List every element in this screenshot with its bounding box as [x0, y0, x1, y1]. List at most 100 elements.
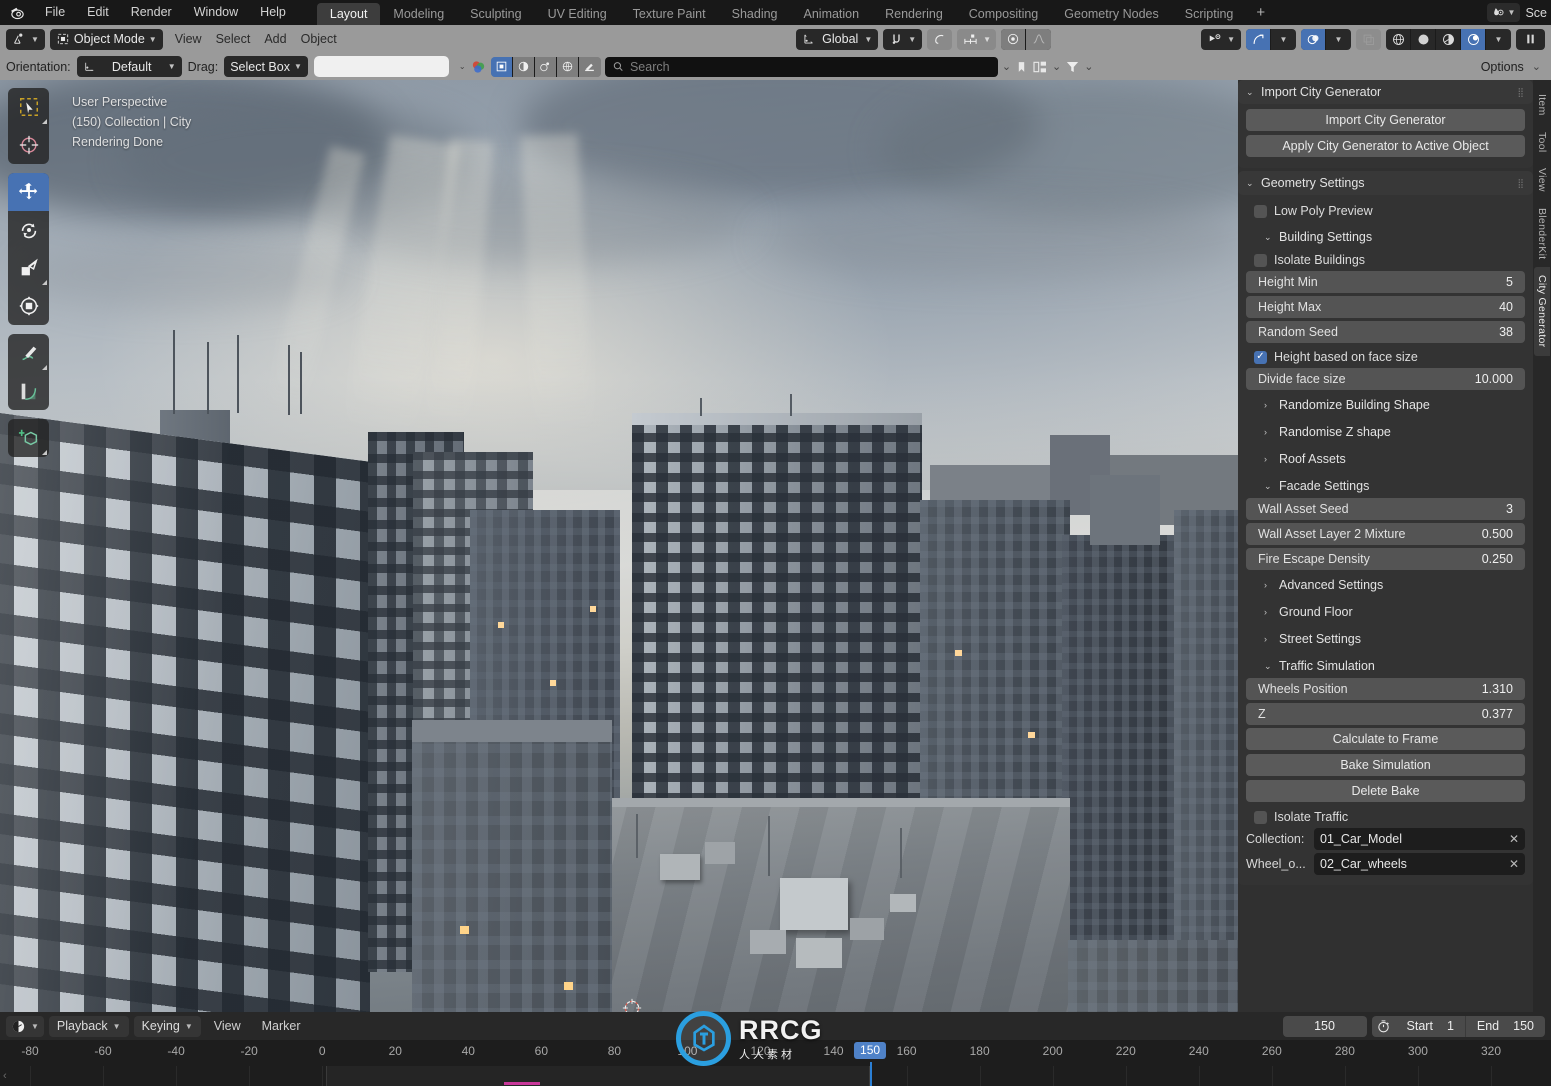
checkbox-isolate-buildings[interactable]	[1254, 254, 1267, 267]
scene-selector[interactable]: ▼	[1487, 3, 1521, 22]
workspace-tab-scripting[interactable]: Scripting	[1172, 3, 1247, 25]
panel-header-geometry-settings[interactable]: ⌄Geometry Settings⣿	[1238, 171, 1533, 195]
rendered-shading-button[interactable]	[1461, 29, 1486, 50]
falloff-type-dropdown[interactable]	[1026, 29, 1051, 50]
workspace-tab-compositing[interactable]: Compositing	[956, 3, 1051, 25]
panel-header-import-city-generator[interactable]: ⌄Import City Generator⣿	[1238, 80, 1533, 104]
restrict-render-button[interactable]	[513, 57, 535, 77]
playhead-frame-badge[interactable]: 150	[854, 1042, 886, 1059]
chevron-down-icon-5[interactable]: ⌄	[1532, 60, 1541, 73]
app-menu-file[interactable]: File	[34, 0, 76, 25]
toolbar-button-transform-tool[interactable]	[8, 287, 49, 325]
workspace-tab-geometry-nodes[interactable]: Geometry Nodes	[1051, 3, 1171, 25]
options-label[interactable]: Options	[1481, 60, 1528, 74]
chevron-down-icon-3[interactable]: ⌄	[1052, 60, 1061, 73]
checkbox-low-poly-preview[interactable]	[1254, 205, 1267, 218]
value-field-wall-asset-layer-2-mixture[interactable]: Wall Asset Layer 2 Mixture0.500	[1246, 523, 1525, 545]
value-field-divide-face-size[interactable]: Divide face size10.000	[1246, 368, 1525, 390]
timeline-menu-view[interactable]: View	[206, 1019, 249, 1033]
viewport-menu-add[interactable]: Add	[257, 29, 293, 50]
new-collection-icon[interactable]	[1032, 59, 1048, 75]
gizmo-toggle[interactable]	[1246, 29, 1271, 50]
toolbar-button-measure-tool[interactable]	[8, 372, 49, 410]
panel-drag-handle-icon[interactable]: ⣿	[1517, 180, 1525, 186]
outliner-display-mode-icon[interactable]	[470, 59, 487, 75]
restrict-indirect-button[interactable]	[557, 57, 579, 77]
mode-selector[interactable]: Object Mode ▼	[50, 29, 163, 50]
timeline-menu-marker[interactable]: Marker	[254, 1019, 309, 1033]
clear-field-icon[interactable]: ✕	[1509, 857, 1519, 871]
transform-orientation-selector[interactable]: Global ▼	[796, 29, 878, 50]
overlays-toggle[interactable]	[1301, 29, 1326, 50]
restrict-select-button[interactable]	[491, 57, 513, 77]
value-field-height-max[interactable]: Height Max40	[1246, 296, 1525, 318]
restrict-holdout-button[interactable]	[535, 57, 557, 77]
snap-targets-toggle[interactable]: ▼	[957, 29, 996, 50]
current-frame-field[interactable]: 150	[1283, 1016, 1367, 1037]
chevron-down-icon[interactable]: ⌄	[459, 62, 466, 71]
workspace-tab--[interactable]: +	[1246, 3, 1275, 25]
editor-type-selector[interactable]: ▼	[6, 29, 45, 50]
properties-tab-tool[interactable]: Tool	[1534, 124, 1550, 160]
viewport-menu-view[interactable]: View	[168, 29, 209, 50]
workspace-tab-uv-editing[interactable]: UV Editing	[535, 3, 620, 25]
proportional-edit-toggle[interactable]	[927, 29, 952, 50]
blender-logo-icon[interactable]	[0, 0, 34, 25]
overlays-dropdown[interactable]: ▼	[1326, 29, 1351, 50]
object-visibility-dropdown[interactable]: ▼	[1201, 29, 1241, 50]
panel-header-roof-assets[interactable]: ›Roof Assets	[1246, 447, 1525, 471]
search-input[interactable]	[630, 60, 991, 74]
drag-dropdown[interactable]: Select Box ▼	[224, 56, 308, 77]
checkbox-height-based-on-face-size[interactable]	[1254, 351, 1267, 364]
workspace-tab-texture-paint[interactable]: Texture Paint	[620, 3, 719, 25]
toolbar-button-scale-tool[interactable]	[8, 249, 49, 287]
pause-render-button[interactable]	[1516, 29, 1545, 50]
panel-header-randomize-building-shape[interactable]: ›Randomize Building Shape	[1246, 393, 1525, 417]
panel-drag-handle-icon[interactable]: ⣿	[1517, 89, 1525, 95]
chevron-down-icon-2[interactable]: ⌄	[1002, 60, 1011, 73]
xray-toggle[interactable]	[1356, 29, 1381, 50]
start-frame-field[interactable]: Start 1	[1396, 1016, 1466, 1037]
app-menu-render[interactable]: Render	[120, 0, 183, 25]
timeline-ruler[interactable]: ‹ -80-60-40-2002040608010012014016018020…	[0, 1040, 1551, 1086]
3d-viewport[interactable]: User Perspective (150) Collection | City…	[0, 80, 1238, 1012]
properties-tab-item[interactable]: Item	[1534, 86, 1550, 124]
app-menu-window[interactable]: Window	[183, 0, 249, 25]
workspace-tab-modeling[interactable]: Modeling	[380, 3, 457, 25]
timeline-editor-type-selector[interactable]: ▼	[6, 1016, 44, 1037]
playhead-line[interactable]	[870, 1062, 872, 1086]
workspace-tab-sculpting[interactable]: Sculpting	[457, 3, 534, 25]
app-menu-edit[interactable]: Edit	[76, 0, 120, 25]
chevron-down-icon-4[interactable]: ⌄	[1084, 60, 1093, 73]
filter-funnel-icon[interactable]	[1065, 59, 1080, 75]
workspace-tab-layout[interactable]: Layout	[317, 3, 381, 25]
search-input-wrapper[interactable]	[605, 57, 998, 77]
checkbox-row-low-poly-preview[interactable]: Low Poly Preview	[1246, 200, 1525, 222]
toolbar-button-cursor-3d[interactable]	[8, 126, 49, 164]
viewport-menu-select[interactable]: Select	[209, 29, 258, 50]
end-frame-field[interactable]: End 150	[1466, 1016, 1545, 1037]
checkbox-row-isolate-traffic[interactable]: Isolate Traffic	[1246, 806, 1525, 828]
restrict-brush-button[interactable]	[579, 57, 601, 77]
city-generator-properties-panel[interactable]: ⌄Import City Generator⣿ Import City Gener…	[1238, 80, 1533, 1012]
value-field-fire-escape-density[interactable]: Fire Escape Density0.250	[1246, 548, 1525, 570]
button-apply-city-generator-to-active-object[interactable]: Apply City Generator to Active Object	[1246, 135, 1525, 157]
wireframe-shading-button[interactable]	[1386, 29, 1411, 50]
toolbar-button-tweak-select-box[interactable]	[8, 88, 49, 126]
checkbox-row-isolate-buildings[interactable]: Isolate Buildings	[1246, 249, 1525, 271]
material-preview-shading-button[interactable]	[1436, 29, 1461, 50]
button-import-city-generator[interactable]: Import City Generator	[1246, 109, 1525, 131]
toolbar-button-annotate-tool[interactable]	[8, 334, 49, 372]
workspace-tab-rendering[interactable]: Rendering	[872, 3, 956, 25]
panel-header-street-settings[interactable]: ›Street Settings	[1246, 627, 1525, 651]
panel-header-building-settings[interactable]: ⌄Building Settings	[1246, 225, 1525, 249]
value-field-wall-asset-seed[interactable]: Wall Asset Seed3	[1246, 498, 1525, 520]
orientation-dropdown[interactable]: Default ▼	[77, 56, 182, 77]
snap-dropdown[interactable]: ▼	[883, 29, 922, 50]
button-calculate-to-frame[interactable]: Calculate to Frame	[1246, 728, 1525, 750]
panel-header-ground-floor[interactable]: ›Ground Floor	[1246, 600, 1525, 624]
panel-header-facade-settings[interactable]: ⌄Facade Settings	[1246, 474, 1525, 498]
button-bake-simulation[interactable]: Bake Simulation	[1246, 754, 1525, 776]
workspace-tab-shading[interactable]: Shading	[719, 3, 791, 25]
panel-header-advanced-settings[interactable]: ›Advanced Settings	[1246, 573, 1525, 597]
